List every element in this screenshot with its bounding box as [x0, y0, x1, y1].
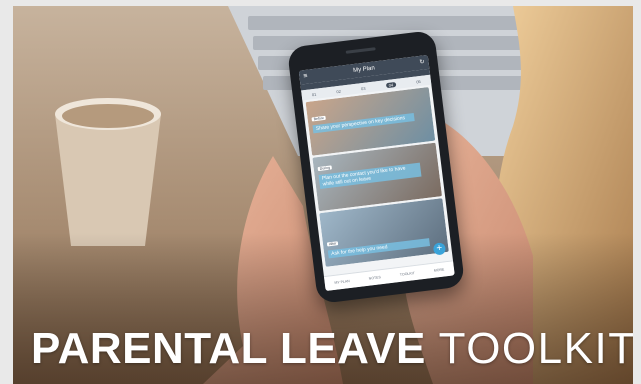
- tab-4[interactable]: 04: [385, 81, 397, 88]
- refresh-icon[interactable]: ↻: [419, 55, 426, 70]
- nav-notes[interactable]: NOTES: [369, 275, 381, 280]
- banner-title-bold: PARENTAL LEAVE: [31, 324, 426, 373]
- hero-image: ≡ My Plan ↻ 01 02 03 04 05 Before Share …: [13, 6, 633, 384]
- menu-icon[interactable]: ≡: [303, 70, 309, 84]
- tab-1[interactable]: 01: [312, 91, 317, 97]
- tab-2[interactable]: 02: [336, 88, 341, 94]
- add-icon[interactable]: +: [432, 242, 447, 256]
- tab-5[interactable]: 05: [416, 78, 421, 84]
- tab-3[interactable]: 03: [361, 85, 366, 91]
- nav-my-plan[interactable]: MY PLAN: [334, 279, 350, 285]
- smartphone: ≡ My Plan ↻ 01 02 03 04 05 Before Share …: [286, 29, 466, 305]
- app-bottom-nav: MY PLAN NOTES TOOLKIT MORE: [323, 260, 455, 292]
- nav-more[interactable]: MORE: [434, 267, 445, 272]
- phone-speaker: [345, 47, 376, 54]
- banner-title-light: TOOLKIT: [438, 324, 633, 373]
- app-header-title: My Plan: [352, 65, 376, 75]
- phone-screen: ≡ My Plan ↻ 01 02 03 04 05 Before Share …: [298, 54, 455, 292]
- nav-toolkit[interactable]: TOOLKIT: [400, 271, 415, 277]
- banner-title: PARENTAL LEAVE TOOLKIT: [31, 324, 633, 374]
